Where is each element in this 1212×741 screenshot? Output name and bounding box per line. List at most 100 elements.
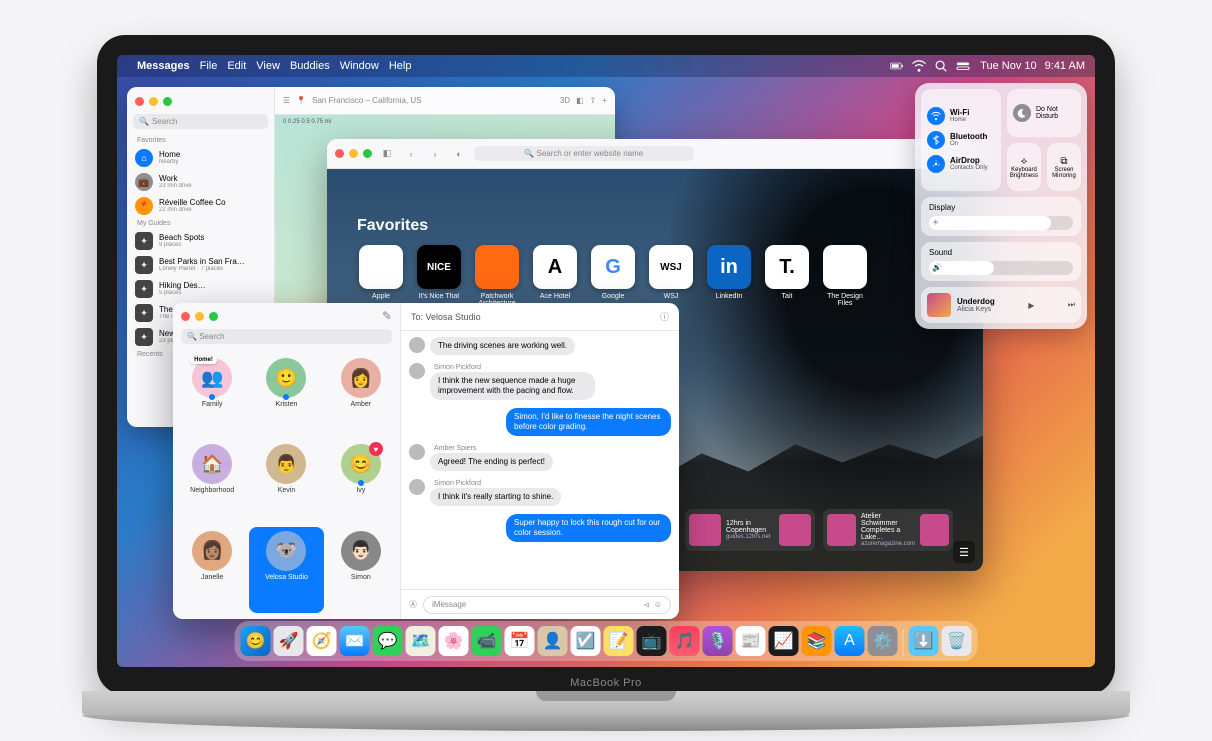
apps-icon[interactable]: Ⓐ	[409, 599, 417, 610]
maps-guide-item[interactable]: ✦Best Parks in San Fra…Lonely Planet · 7…	[127, 253, 274, 277]
cc-sound-slider[interactable]: 🔊	[929, 261, 1073, 275]
minimize-button[interactable]	[195, 312, 204, 321]
menu-help[interactable]: Help	[389, 60, 412, 72]
menu-edit[interactable]: Edit	[227, 60, 246, 72]
conversation-velosa-studio[interactable]: 🐨Velosa Studio	[249, 527, 323, 613]
menubar-app-name[interactable]: Messages	[137, 60, 190, 72]
minimize-button[interactable]	[349, 149, 358, 158]
safari-favorite-the-design-files[interactable]: The Design Files	[821, 245, 869, 307]
safari-recent-card[interactable]: 12hrs in Copenhagenguides.12hrs.net	[685, 509, 815, 551]
audio-icon[interactable]: ⏿	[644, 600, 650, 609]
safari-favorite-patchwork-architecture[interactable]: Patchwork Architecture	[473, 245, 521, 307]
conversation-simon[interactable]: 👨🏻Simon	[324, 527, 398, 613]
maps-favorite-item[interactable]: 📍Réveille Coffee Co22 min drive	[127, 194, 274, 218]
safari-favorite-linkedin[interactable]: inLinkedIn	[705, 245, 753, 307]
play-icon[interactable]: ▶	[1028, 301, 1034, 310]
safari-favorite-ace-hotel[interactable]: AAce Hotel	[531, 245, 579, 307]
dock-photos[interactable]: 🌸	[439, 626, 469, 656]
conversation-ivy[interactable]: 😊♥Ivy	[324, 440, 398, 526]
dock-news[interactable]: 📰	[736, 626, 766, 656]
messages-search-input[interactable]: 🔍 Search	[181, 329, 392, 344]
menu-buddies[interactable]: Buddies	[290, 60, 330, 72]
shield-icon[interactable]: ◐	[450, 145, 468, 163]
start-page-settings-icon[interactable]: ☰	[953, 541, 975, 563]
menu-file[interactable]: File	[200, 60, 218, 72]
search-icon[interactable]	[934, 59, 948, 73]
menubar-date[interactable]: Tue Nov 10	[980, 60, 1036, 72]
dock-facetime[interactable]: 📹	[472, 626, 502, 656]
maps-favorite-item[interactable]: ⌂HomeNearby	[127, 146, 274, 170]
safari-favorite-apple[interactable]: Apple	[357, 245, 405, 307]
dock-launchpad[interactable]: 🚀	[274, 626, 304, 656]
forward-icon[interactable]: ⏭	[1068, 300, 1075, 310]
add-icon[interactable]: +	[602, 96, 607, 105]
wifi-icon[interactable]	[912, 59, 926, 73]
conversation-kevin[interactable]: 👨Kevin	[249, 440, 323, 526]
dock-trash[interactable]: 🗑️	[942, 626, 972, 656]
dock-messages[interactable]: 💬	[373, 626, 403, 656]
cc-now-playing[interactable]: UnderdogAlicia Keys ▶ ⏭	[921, 287, 1081, 323]
safari-favorite-google[interactable]: GGoogle	[589, 245, 637, 307]
close-button[interactable]	[181, 312, 190, 321]
zoom-button[interactable]	[363, 149, 372, 158]
emoji-icon[interactable]: ☺	[654, 600, 662, 609]
dock-tv[interactable]: 📺	[637, 626, 667, 656]
maps-guide-item[interactable]: ✦Hiking Des…5 places	[127, 277, 274, 301]
conversation-amber[interactable]: 👩Amber	[324, 354, 398, 440]
close-button[interactable]	[335, 149, 344, 158]
dock-maps[interactable]: 🗺️	[406, 626, 436, 656]
menubar-time[interactable]: 9:41 AM	[1045, 60, 1085, 72]
dock-books[interactable]: 📚	[802, 626, 832, 656]
conversation-neighborhood[interactable]: 🏠Neighborhood	[175, 440, 249, 526]
share-icon[interactable]: ⇧	[590, 96, 597, 105]
forward-icon[interactable]: ›	[426, 145, 444, 163]
dock-calendar[interactable]: 📅	[505, 626, 535, 656]
menu-window[interactable]: Window	[340, 60, 379, 72]
dock-appstore[interactable]: A	[835, 626, 865, 656]
conversation-kristen[interactable]: 🙂Kristen	[249, 354, 323, 440]
back-icon[interactable]: ‹	[402, 145, 420, 163]
thread-body[interactable]: The driving scenes are working well.Simo…	[401, 331, 679, 589]
cc-bluetooth-toggle[interactable]: BluetoothOn	[927, 131, 995, 149]
cc-screen-mirroring[interactable]: ⧉ Screen Mirroring	[1047, 143, 1081, 191]
cc-wifi-toggle[interactable]: Wi-FiHome	[927, 107, 995, 125]
safari-favorite-wsj[interactable]: WSJWSJ	[647, 245, 695, 307]
dock-notes[interactable]: 📝	[604, 626, 634, 656]
dock-finder[interactable]: 😊	[241, 626, 271, 656]
dock-downloads[interactable]: ⬇️	[909, 626, 939, 656]
dock-safari[interactable]: 🧭	[307, 626, 337, 656]
dock-mail[interactable]: ✉️	[340, 626, 370, 656]
close-button[interactable]	[135, 97, 144, 106]
cc-dnd-toggle[interactable]: Do Not Disturb	[1007, 89, 1081, 137]
sidebar-icon[interactable]: ◧	[378, 145, 396, 163]
cc-airdrop-toggle[interactable]: AirDropContacts Only	[927, 155, 995, 173]
maps-guide-item[interactable]: ✦Beach Spots9 places	[127, 229, 274, 253]
control-center-icon[interactable]	[956, 59, 970, 73]
view-mode-icon[interactable]: ◧	[576, 96, 584, 105]
zoom-button[interactable]	[209, 312, 218, 321]
zoom-button[interactable]	[163, 97, 172, 106]
conversation-janelle[interactable]: 👩🏽Janelle	[175, 527, 249, 613]
safari-favorite-tait[interactable]: T.Tait	[763, 245, 811, 307]
dock-contacts[interactable]: 👤	[538, 626, 568, 656]
view-3d-button[interactable]: 3D	[560, 96, 570, 105]
menu-view[interactable]: View	[256, 60, 280, 72]
info-icon[interactable]: ⓘ	[660, 310, 669, 323]
battery-icon[interactable]	[890, 59, 904, 73]
dock-stocks[interactable]: 📈	[769, 626, 799, 656]
cc-display-slider[interactable]: ☀	[929, 216, 1073, 230]
dock-podcasts[interactable]: 🎙️	[703, 626, 733, 656]
dock-reminders[interactable]: ☑️	[571, 626, 601, 656]
message-input[interactable]: iMessage ⏿ ☺	[423, 596, 671, 614]
dock-preferences[interactable]: ⚙️	[868, 626, 898, 656]
maps-search-input[interactable]: 🔍Search	[133, 114, 268, 129]
sidebar-toggle-icon[interactable]: ☰	[283, 96, 290, 105]
minimize-button[interactable]	[149, 97, 158, 106]
safari-address-bar[interactable]: 🔍 Search or enter website name	[474, 146, 694, 161]
cc-keyboard-brightness[interactable]: ⟡ Keyboard Brightness	[1007, 143, 1041, 191]
dock-music[interactable]: 🎵	[670, 626, 700, 656]
maps-favorite-item[interactable]: 💼Work23 min drive	[127, 170, 274, 194]
safari-recent-card[interactable]: Atelier Schwimmer Completes a Lake…azure…	[823, 509, 953, 551]
conversation-family[interactable]: 👥Home!Family	[175, 354, 249, 440]
safari-favorite-it-s-nice-that[interactable]: NICEIt's Nice That	[415, 245, 463, 307]
